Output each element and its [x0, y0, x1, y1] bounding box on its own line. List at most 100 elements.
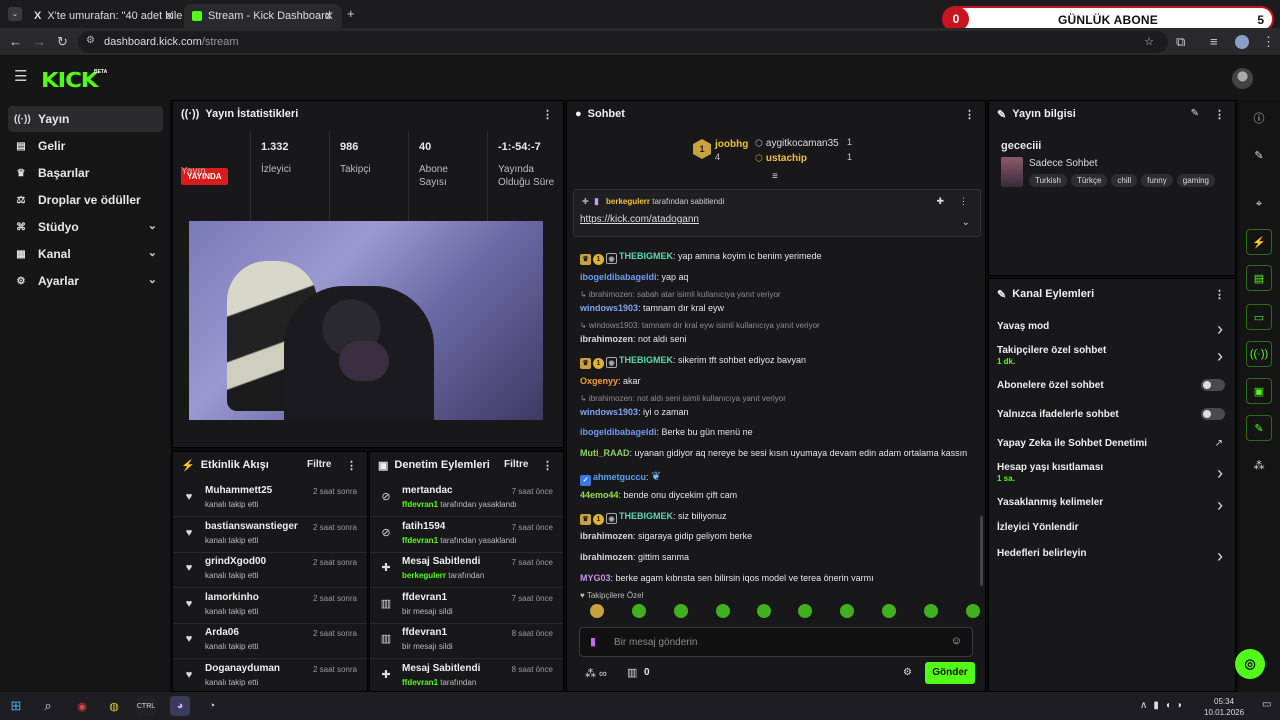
- chat-message[interactable]: windows1903: iyi o zaman: [580, 407, 689, 417]
- top-gifter-3[interactable]: ⬡ ustachip 1: [755, 152, 852, 164]
- chat-message[interactable]: Oxgenyy: akar: [580, 376, 641, 386]
- chat-message[interactable]: ♛ 1 ◉ THEBIGMEK: yap amına koyim ic benim y…: [580, 251, 822, 265]
- activity-row[interactable]: ♥ grindXgod00 kanalı takip etti 2 saat sonr…: [173, 552, 367, 588]
- more-options-icon[interactable]: ⋮: [542, 108, 553, 121]
- toggle-switch[interactable]: [1201, 379, 1225, 391]
- search-icon[interactable]: ⌕: [38, 696, 58, 716]
- tag-pill[interactable]: gaming: [1176, 174, 1215, 187]
- notification-icon[interactable]: ▭: [1262, 699, 1271, 710]
- channel-action-label[interactable]: Yapay Zeka ile Sohbet Denetimi: [997, 438, 1147, 449]
- activity-row[interactable]: ♥ Muhammett25 kanalı takip etti 2 saat sonr…: [173, 481, 367, 517]
- filter-button[interactable]: Filtre: [504, 459, 528, 470]
- moderation-row[interactable]: ▥ ffdevran1 bir mesajı sildi 8 saat önce: [370, 623, 563, 659]
- windows-start-icon[interactable]: ⊞: [6, 696, 26, 716]
- media-icon[interactable]: ≡: [1210, 35, 1218, 49]
- user-avatar[interactable]: [1232, 68, 1253, 89]
- tab-twitter[interactable]: X X'te umurafan: "40 adet bilet iç ✕: [26, 4, 182, 28]
- steam-icon[interactable]: CTRL: [136, 696, 156, 716]
- pinned-link[interactable]: https://kick.com/atadogann: [580, 214, 699, 225]
- top-gifter-2[interactable]: ⬡ aygitkocaman35 1: [755, 137, 852, 149]
- sidebar-item-studyo[interactable]: ⌘ Stüdyo ⌄: [8, 214, 163, 240]
- unpin-icon[interactable]: ✚: [936, 196, 944, 207]
- chat-username[interactable]: ibogeldibabageldi: [580, 427, 657, 437]
- reload-icon[interactable]: ↻: [57, 35, 68, 49]
- sidebar-item-gelir[interactable]: ▤ Gelir: [8, 133, 163, 159]
- edit-icon[interactable]: ✎: [1246, 142, 1272, 168]
- chevron-right-icon[interactable]: ›: [1217, 495, 1223, 516]
- chat-username[interactable]: windows1903: [580, 303, 638, 313]
- chevron-down-icon[interactable]: ⌄: [962, 217, 970, 228]
- emote-icon[interactable]: [966, 604, 980, 618]
- emote-icon[interactable]: [798, 604, 812, 618]
- chat-settings-icon[interactable]: ⚙: [903, 667, 912, 678]
- sidebar-item-ayarlar[interactable]: ⚙ Ayarlar ⌄: [8, 268, 163, 294]
- chat-message[interactable]: ♛ 1 ◉ THEBIGMEK: siz biliyonuz: [580, 511, 727, 525]
- emote-icon[interactable]: [840, 604, 854, 618]
- tag-pill[interactable]: Turkish: [1029, 174, 1067, 187]
- chat-username[interactable]: ibrahimozen: [580, 334, 633, 344]
- chat-icon[interactable]: ▭: [1246, 304, 1272, 330]
- channel-action-label[interactable]: Hesap yaşı kısıtlaması: [997, 462, 1103, 473]
- browser-menu-icon[interactable]: ⋮: [1262, 35, 1275, 49]
- emoji-icon[interactable]: ☺: [951, 635, 962, 647]
- kick-logo[interactable]: KICK: [41, 68, 99, 92]
- gift-icon[interactable]: ▥: [627, 666, 637, 679]
- chat-message[interactable]: Muti_RAAD: uyanan gidiyor aq nereye be s…: [580, 448, 967, 458]
- moderation-row[interactable]: ✚ Mesaj Sabitlendi ffdevran1 tarafından 8 s…: [370, 659, 563, 692]
- channel-action-label[interactable]: Yasaklanmış kelimeler: [997, 497, 1103, 508]
- chat-username[interactable]: ibrahimozen: [580, 531, 633, 541]
- more-options-icon[interactable]: ⋮: [1214, 108, 1225, 121]
- chat-username[interactable]: MYG03: [580, 573, 611, 583]
- chat-message[interactable]: ibrahimozen: gittim sanma: [580, 552, 689, 562]
- new-tab-icon[interactable]: +: [347, 7, 355, 21]
- channel-action-label[interactable]: Hedefleri belirleyin: [997, 548, 1086, 559]
- chevron-right-icon[interactable]: ›: [1217, 463, 1223, 484]
- emote-icon[interactable]: [590, 604, 604, 618]
- chat-message[interactable]: ✓ ahmetguccu: ❦: [580, 469, 661, 486]
- channel-action-label[interactable]: Yavaş mod: [997, 321, 1049, 332]
- close-icon[interactable]: ✕: [324, 9, 334, 23]
- tab-kick-dashboard[interactable]: Stream - Kick Dashboard ✕: [184, 4, 342, 28]
- more-options-icon[interactable]: ⋮: [964, 108, 975, 121]
- chat-message[interactable]: ibogeldibabageldi: yap aq: [580, 272, 689, 282]
- tag-pill[interactable]: Türkçe: [1070, 174, 1108, 187]
- discord-icon[interactable]: ◕: [170, 696, 190, 716]
- collapse-icon[interactable]: ≡: [772, 171, 778, 182]
- chat-message[interactable]: windows1903: tamnam dır kral eyw: [580, 303, 724, 313]
- close-icon[interactable]: ✕: [164, 9, 174, 23]
- activity-row[interactable]: ♥ lamorkinho kanalı takip etti 2 saat sonra: [173, 588, 367, 624]
- chevron-right-icon[interactable]: ›: [1217, 546, 1223, 567]
- more-options-icon[interactable]: ⋮: [346, 459, 357, 472]
- obs-icon[interactable]: ◔: [202, 696, 222, 716]
- more-options-icon[interactable]: ⋮: [1214, 288, 1225, 301]
- app-icon[interactable]: ◉: [72, 696, 92, 716]
- tab-search-icon[interactable]: ⌄: [8, 7, 22, 21]
- chat-username[interactable]: THEBIGMEK: [619, 355, 673, 365]
- activity-row[interactable]: ♥ bastianswanstieger kanalı takip etti 2 sa…: [173, 517, 367, 553]
- broadcast-icon[interactable]: ((·)): [1246, 341, 1272, 367]
- channel-action-label[interactable]: İzleyici Yönlendir: [997, 522, 1079, 533]
- profile-avatar[interactable]: [1235, 35, 1249, 49]
- chat-username[interactable]: Muti_RAAD: [580, 448, 630, 458]
- edit-icon[interactable]: ✎: [1191, 108, 1199, 119]
- lightning-icon[interactable]: ⚡: [1246, 229, 1272, 255]
- toggle-switch[interactable]: [1201, 408, 1225, 420]
- sidebar-item-kanal[interactable]: ▦ Kanal ⌄: [8, 241, 163, 267]
- chat-message[interactable]: ibogeldibabageldi: Berke bu gün menü ne: [580, 427, 753, 437]
- tag-pill[interactable]: funny: [1141, 174, 1173, 187]
- emote-icon[interactable]: [674, 604, 688, 618]
- bookmark-star-icon[interactable]: ☆: [1144, 35, 1154, 48]
- mic-icon[interactable]: ▮: [590, 635, 596, 648]
- clock[interactable]: 05:34 10.01.2026: [1204, 696, 1244, 718]
- chat-message[interactable]: ibrahimozen: not aldı seni: [580, 334, 687, 344]
- chat-message[interactable]: ♛ 1 ◉ THEBIGMEK: sikerim tft sohbet ediyoz …: [580, 355, 806, 369]
- focus-icon[interactable]: ⌖: [1246, 191, 1272, 217]
- moderation-row[interactable]: ⊘ mertandac ffdevran1 tarafından yasakland…: [370, 481, 563, 517]
- more-options-icon[interactable]: ⋮: [959, 196, 968, 207]
- document-icon[interactable]: ▤: [1246, 265, 1272, 291]
- category-name[interactable]: Sadece Sohbet: [1029, 158, 1097, 169]
- pinned-message[interactable]: ✚ ▮ berkegulerr tarafından sabitlendi ✚ …: [573, 189, 981, 237]
- emote-icon[interactable]: [924, 604, 938, 618]
- channel-action-label[interactable]: Takipçilere özel sohbet: [997, 345, 1106, 356]
- chevron-right-icon[interactable]: ›: [1217, 346, 1223, 367]
